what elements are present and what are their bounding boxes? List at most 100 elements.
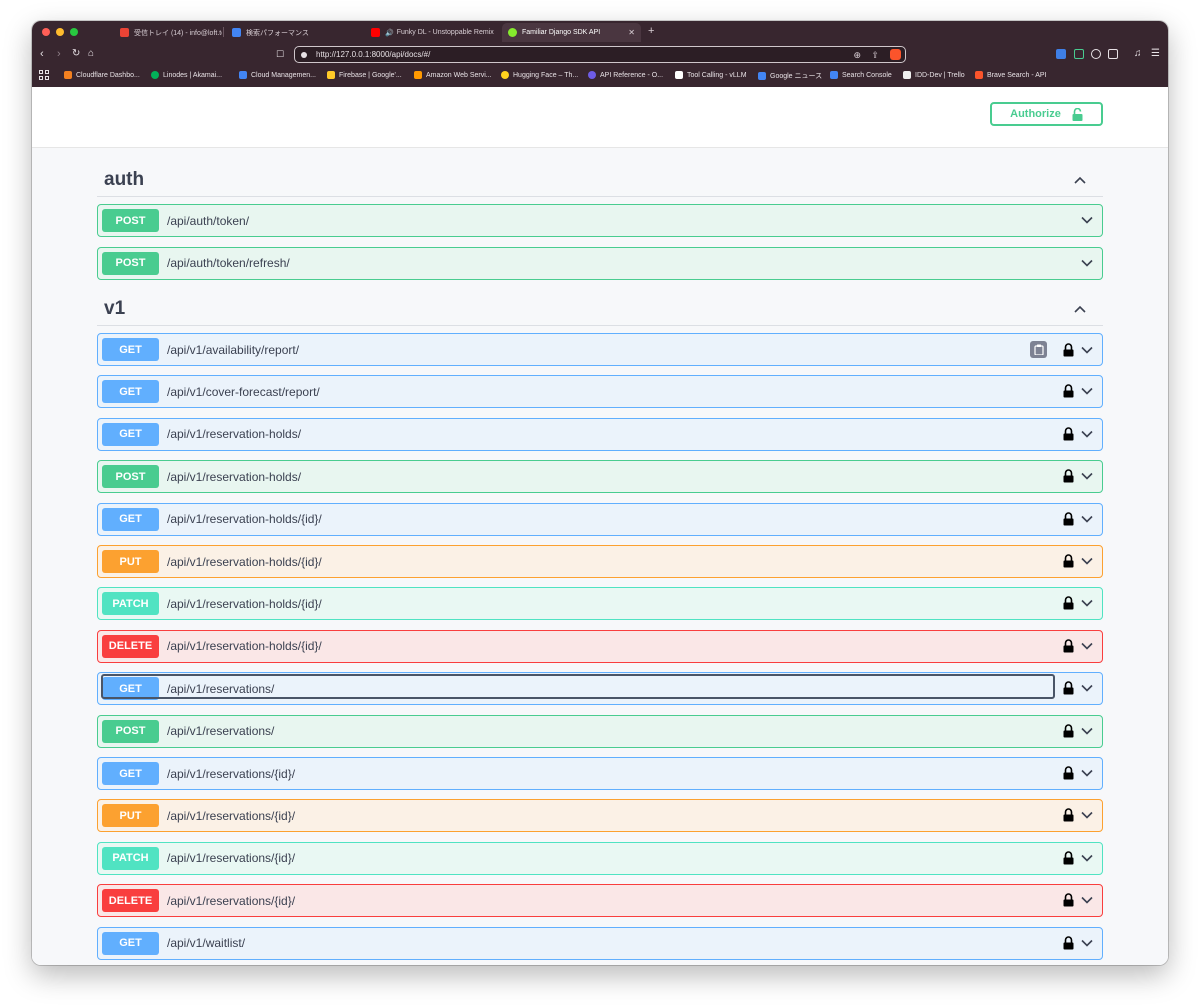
chevron-down-icon[interactable] [1080, 427, 1094, 441]
copy-icon[interactable] [1030, 341, 1047, 358]
lock-icon[interactable] [1063, 851, 1074, 865]
forward-icon[interactable]: › [57, 47, 61, 61]
bookmark-item[interactable]: Search Console [830, 71, 892, 79]
apps-grid-icon[interactable] [39, 70, 49, 80]
close-window-button[interactable] [42, 28, 50, 36]
share-icon[interactable]: ⇪ [871, 50, 879, 61]
operation-row[interactable]: DELETE/api/v1/reservations/{id}/ [97, 884, 1103, 918]
close-tab-icon[interactable]: ✕ [628, 28, 635, 37]
lock-icon[interactable] [1063, 766, 1074, 780]
operation-row[interactable]: PUT/api/v1/reservations/{id}/ [97, 799, 1103, 833]
chevron-down-icon[interactable] [1080, 384, 1094, 398]
operation-row[interactable]: PATCH/api/v1/reservations/{id}/ [97, 841, 1103, 875]
operation-row[interactable]: POST/api/v1/reservation-holds/ [97, 460, 1103, 494]
bookmark-item[interactable]: IDD-Dev | Trello [903, 71, 965, 79]
extension-s-icon[interactable] [1074, 49, 1084, 59]
operation-row[interactable]: GET/api/v1/reservations/ [97, 672, 1103, 706]
operation-row[interactable]: PATCH/api/v1/reservation-holds/{id}/ [97, 587, 1103, 621]
extension-shield-icon[interactable] [1056, 49, 1066, 59]
operation-row[interactable]: GET/api/v1/reservations/{id}/ [97, 757, 1103, 790]
operation-row[interactable]: GET/api/v1/reservation-holds/ [97, 417, 1103, 451]
menu-icon[interactable]: ☰ [1151, 47, 1160, 61]
extension-translate-icon[interactable] [1108, 49, 1118, 59]
chevron-up-icon[interactable] [1073, 302, 1087, 316]
chevron-down-icon[interactable] [1080, 596, 1094, 610]
operation-row[interactable]: DELETE/api/v1/reservation-holds/{id}/ [97, 629, 1103, 663]
lock-icon[interactable] [1063, 596, 1074, 610]
method-badge: GET [102, 380, 159, 404]
lock-icon[interactable] [1063, 384, 1074, 398]
back-icon[interactable]: ‹ [40, 47, 44, 61]
operation-row[interactable]: GET/api/v1/cover-forecast/report/ [97, 375, 1103, 409]
extension-chat-icon[interactable] [1091, 49, 1101, 59]
method-badge: POST [102, 209, 159, 232]
lock-icon[interactable] [1063, 511, 1074, 526]
lock-icon[interactable] [1063, 343, 1074, 357]
operation-row[interactable]: GET/api/v1/reservation-holds/{id}/ [97, 502, 1103, 536]
bookmark-item[interactable]: Google ニュース [758, 71, 822, 81]
tab-youtube[interactable]: 🔊 Funky DL - Unstoppable Remix [365, 23, 495, 42]
reload-icon[interactable]: ↻ [72, 47, 80, 61]
chevron-down-icon[interactable] [1080, 851, 1094, 865]
operation-row[interactable]: GET/api/v1/availability/report/ [97, 333, 1103, 366]
lock-icon[interactable] [1063, 723, 1074, 738]
method-badge: GET [102, 931, 159, 955]
lock-icon[interactable] [1063, 639, 1074, 653]
endpoint-path: /api/auth/token/refresh/ [167, 256, 290, 270]
chevron-down-icon[interactable] [1080, 469, 1094, 483]
new-tab-button[interactable]: + [648, 25, 654, 37]
brave-shields-icon[interactable] [890, 49, 901, 60]
bookmark-item[interactable]: Cloudflare Dashbo... [64, 71, 140, 79]
tab-gmail[interactable]: 受信トレイ (14) - info@loft.tokyo - L [114, 23, 222, 42]
section-auth-header[interactable]: auth [97, 163, 1103, 197]
operation-row[interactable]: POST/api/auth/token/ [97, 204, 1103, 237]
operation-row[interactable]: GET/api/v1/waitlist/ [97, 926, 1103, 960]
operation-controls [1063, 596, 1094, 610]
bookmark-item[interactable]: Hugging Face – Th... [501, 71, 578, 79]
method-badge: GET [102, 507, 159, 531]
bookmark-icon[interactable]: ☐ [276, 47, 284, 61]
chevron-down-icon[interactable] [1080, 893, 1094, 907]
site-info-icon[interactable] [301, 51, 307, 58]
lock-icon[interactable] [1063, 681, 1074, 695]
chevron-down-icon[interactable] [1080, 512, 1094, 526]
bookmark-item[interactable]: Linodes | Akamai... [151, 71, 222, 79]
chevron-down-icon[interactable] [1080, 766, 1094, 780]
home-icon[interactable]: ⌂ [88, 47, 94, 61]
bookmark-item[interactable]: Firebase | Google'... [327, 71, 402, 79]
chevron-down-icon[interactable] [1080, 724, 1094, 738]
lock-icon[interactable] [1063, 808, 1074, 822]
address-bar[interactable]: http://127.0.0.1:8000/api/docs/#/ ⊕ ⇪ [294, 46, 906, 63]
lock-icon[interactable] [1063, 935, 1074, 950]
operation-row[interactable]: PUT/api/v1/reservation-holds/{id}/ [97, 545, 1103, 578]
chevron-up-icon[interactable] [1073, 173, 1087, 187]
chevron-down-icon[interactable] [1080, 639, 1094, 653]
section-v1-header[interactable]: v1 [97, 292, 1103, 326]
zoom-icon[interactable]: ⊕ [853, 50, 861, 61]
tab-active-swagger[interactable]: Familiar Django SDK API ✕ [502, 23, 641, 42]
zoom-window-button[interactable] [70, 28, 78, 36]
operation-row[interactable]: POST/api/auth/token/refresh/ [97, 246, 1103, 280]
bookmark-item[interactable]: Cloud Managemen... [239, 71, 316, 79]
bookmark-item[interactable]: Brave Search - API [975, 71, 1047, 79]
lock-icon[interactable] [1063, 469, 1074, 483]
lock-icon[interactable] [1063, 427, 1074, 441]
bookmark-item[interactable]: Tool Calling - vLLM [675, 71, 747, 79]
lock-icon[interactable] [1063, 554, 1074, 568]
bookmark-item[interactable]: Amazon Web Servi... [414, 71, 492, 79]
chevron-down-icon[interactable] [1080, 554, 1094, 568]
chevron-down-icon[interactable] [1080, 343, 1094, 357]
chevron-down-icon[interactable] [1080, 808, 1094, 822]
lock-icon[interactable] [1063, 893, 1074, 907]
chevron-down-icon[interactable] [1080, 256, 1094, 270]
chevron-down-icon[interactable] [1080, 213, 1094, 227]
tab-search-performance[interactable]: 検索パフォーマンス [226, 23, 366, 42]
operation-row[interactable]: POST/api/v1/reservations/ [97, 714, 1103, 748]
unlocked-icon [1072, 107, 1083, 121]
bookmark-item[interactable]: API Reference - O... [588, 71, 663, 79]
authorize-button[interactable]: Authorize [990, 102, 1103, 126]
chevron-down-icon[interactable] [1080, 681, 1094, 695]
minimize-window-button[interactable] [56, 28, 64, 36]
media-icon[interactable]: ♫ [1134, 47, 1142, 61]
chevron-down-icon[interactable] [1080, 936, 1094, 950]
